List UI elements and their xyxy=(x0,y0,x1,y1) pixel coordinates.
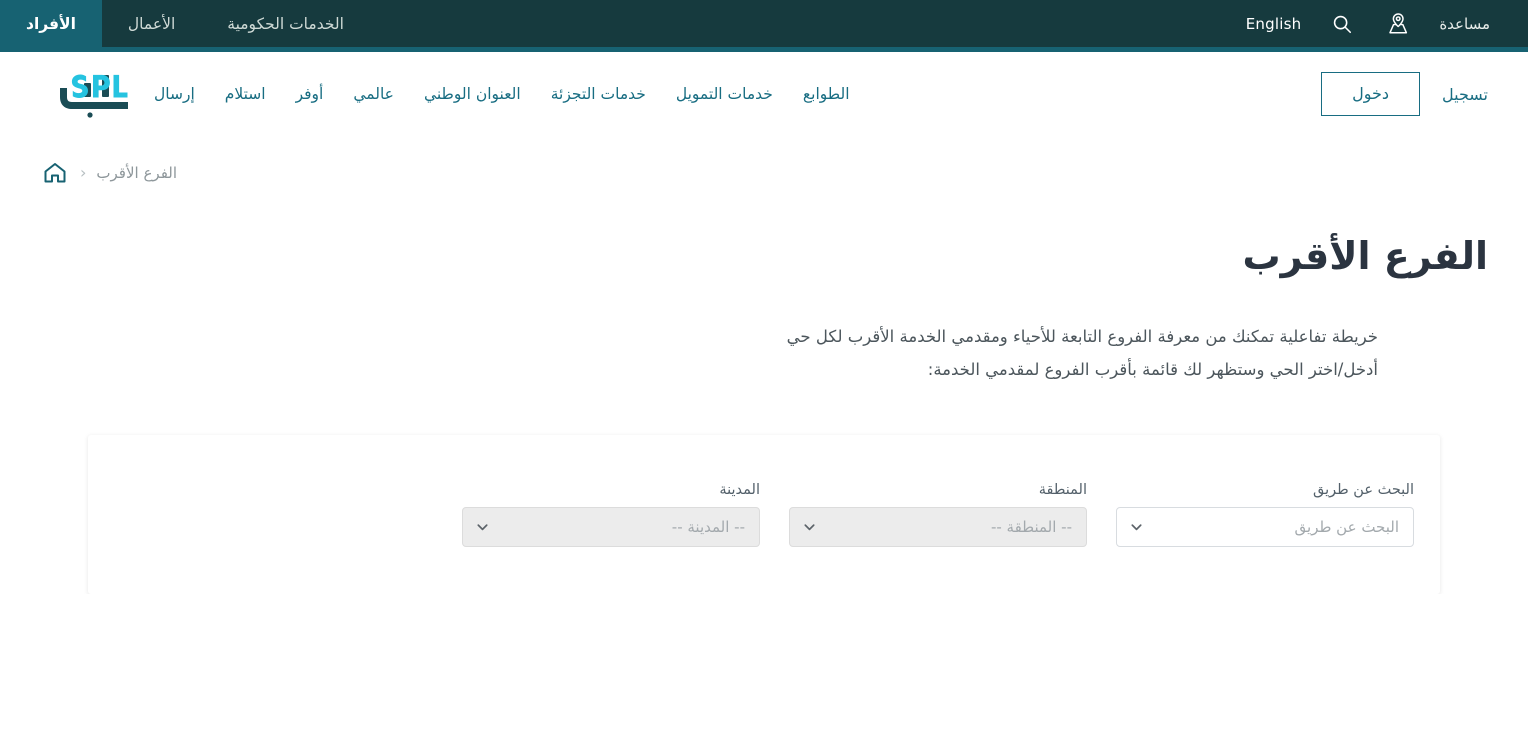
page-description-line-2: أدخل/اختر الحي وستظهر لك قائمة بأقرب الف… xyxy=(927,360,1378,380)
main-header: تسجيل دخول الطوابع خدمات التمويل خدمات ا… xyxy=(0,52,1528,136)
topbar-left-group: English مساعدة xyxy=(1246,0,1528,47)
nav-item-retail-services[interactable]: خدمات التجزئة xyxy=(551,85,646,103)
breadcrumb: ‹ الفرع الأقرب xyxy=(40,136,1488,188)
audience-tabs: الخدمات الحكومية الأعمال الأفراد xyxy=(0,0,370,47)
field-region: المنطقة -- المنطقة -- xyxy=(789,482,1087,548)
breadcrumb-separator: ‹ xyxy=(80,163,87,182)
audience-tab-individuals[interactable]: الأفراد xyxy=(0,0,102,47)
audience-tab-business[interactable]: الأعمال xyxy=(102,0,201,47)
page-content: ‹ الفرع الأقرب الفرع الأقرب خريطة تفاعلي… xyxy=(0,136,1528,745)
login-button[interactable]: دخول xyxy=(1321,72,1420,116)
primary-navigation: الطوابع خدمات التمويل خدمات التجزئة العن… xyxy=(154,85,1295,103)
region-select-value: -- المنطقة -- xyxy=(990,518,1072,537)
region-select[interactable]: -- المنطقة -- xyxy=(789,507,1087,548)
nav-item-financing-services[interactable]: خدمات التمويل xyxy=(676,85,773,103)
nav-item-awfar[interactable]: أوفر xyxy=(296,85,324,103)
top-utility-bar: English مساعدة الخدمات الحكومية الأعمال … xyxy=(0,0,1528,47)
home-icon[interactable] xyxy=(40,158,70,188)
filter-card-wrapper: البحث عن طريق البحث عن طريق المنطقة -- ا… xyxy=(40,435,1488,595)
map-pin-icon[interactable] xyxy=(1383,9,1413,39)
auth-area: تسجيل دخول xyxy=(1321,72,1488,116)
field-label-region: المنطقة xyxy=(1038,482,1087,499)
nav-item-stamps[interactable]: الطوابع xyxy=(803,85,850,103)
nav-item-send[interactable]: إرسال xyxy=(154,85,195,103)
field-label-search-by: البحث عن طريق xyxy=(1313,482,1414,499)
audience-tab-government[interactable]: الخدمات الحكومية xyxy=(201,0,370,47)
search-by-select[interactable]: البحث عن طريق xyxy=(1116,507,1414,548)
help-link[interactable]: مساعدة xyxy=(1439,15,1490,33)
nav-item-global[interactable]: عالمي xyxy=(353,85,394,103)
nav-item-receive[interactable]: استلام xyxy=(225,85,266,103)
page-description-line-1: خريطة تفاعلية تمكنك من معرفة الفروع التا… xyxy=(786,326,1378,346)
breadcrumb-current: الفرع الأقرب xyxy=(96,164,178,182)
footer-spacer xyxy=(40,594,1488,745)
field-label-city: المدينة xyxy=(719,482,760,499)
spl-logo[interactable] xyxy=(50,67,154,121)
search-icon[interactable] xyxy=(1327,9,1357,39)
city-select-value: -- المدينة -- xyxy=(671,518,745,537)
branch-filter-card: البحث عن طريق البحث عن طريق المنطقة -- ا… xyxy=(88,435,1440,595)
city-select[interactable]: -- المدينة -- xyxy=(462,507,760,548)
nav-item-national-address[interactable]: العنوان الوطني xyxy=(424,85,521,103)
page-title: الفرع الأقرب xyxy=(1242,234,1489,278)
field-search-by: البحث عن طريق البحث عن طريق xyxy=(1116,482,1414,548)
search-by-select-value: البحث عن طريق xyxy=(1294,518,1399,537)
field-city: المدينة -- المدينة -- xyxy=(462,482,760,548)
register-link[interactable]: تسجيل xyxy=(1442,85,1488,104)
page-description: خريطة تفاعلية تمكنك من معرفة الفروع التا… xyxy=(40,320,1378,388)
language-switch-link[interactable]: English xyxy=(1246,15,1302,33)
